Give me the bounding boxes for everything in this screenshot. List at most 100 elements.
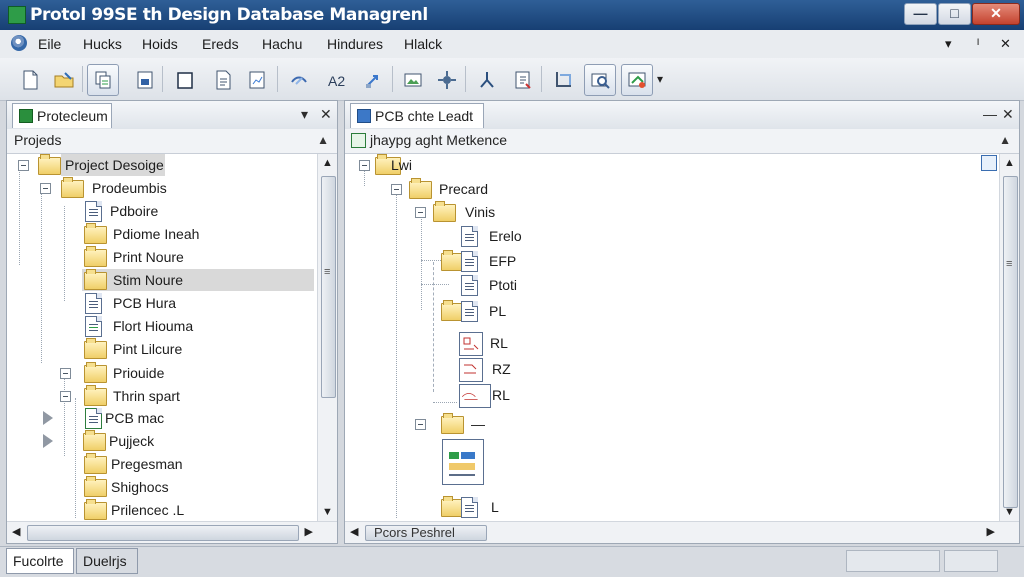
app-menu-icon[interactable]	[11, 35, 27, 51]
scroll-thumb[interactable]	[27, 525, 299, 541]
tree-item-pregesman[interactable]: Pregesman	[82, 453, 222, 475]
new-doc-icon[interactable]	[14, 64, 46, 96]
menu-item-ereds[interactable]: Ereds	[202, 36, 239, 52]
pen-tool-icon[interactable]	[283, 64, 315, 96]
tree-item-vinis[interactable]: Vinis	[415, 201, 535, 223]
panel-minimize-icon[interactable]: —	[983, 106, 997, 122]
scroll-up-icon[interactable]: ▲	[322, 157, 333, 169]
scroll-left-icon[interactable]: ◀	[12, 525, 20, 538]
collapse-toggle[interactable]	[60, 368, 71, 379]
tree-item-rl-2[interactable]: RL	[459, 384, 569, 410]
tree-item-stim-noure[interactable]: Stim Noure	[82, 269, 314, 291]
tree-item-efp[interactable]: EFP	[441, 250, 551, 272]
scroll-left-icon[interactable]: ◀	[350, 525, 358, 538]
chart-doc-icon[interactable]	[241, 64, 273, 96]
menu-close-icon[interactable]: ✕	[1000, 36, 1011, 52]
tree-item-l[interactable]: L	[441, 496, 551, 518]
expand-arrow-icon[interactable]	[43, 411, 53, 425]
menu-item-file[interactable]: Eile	[38, 36, 61, 52]
save-doc-icon[interactable]	[129, 64, 161, 96]
arrow-tool-icon[interactable]	[358, 64, 390, 96]
status-tab-fucolrte[interactable]: Fucolrte	[6, 548, 74, 574]
collapse-toggle[interactable]	[40, 183, 51, 194]
tree-item-pdboire[interactable]: Pdboire	[85, 200, 205, 222]
tree-item-pdiome-ineah[interactable]: Pdiome Ineah	[82, 223, 222, 245]
menu-item-hachu[interactable]: Hachu	[262, 36, 302, 52]
maximize-button[interactable]: □	[938, 3, 971, 25]
tree-item-thrin-spart[interactable]: Thrin spart	[60, 385, 220, 407]
right-vertical-scrollbar[interactable]: ▲ ≡ ▼	[999, 154, 1019, 521]
image-tool-icon[interactable]	[397, 64, 429, 96]
scroll-right-icon[interactable]: ▶	[305, 525, 313, 538]
tree-item-rz[interactable]: RZ	[459, 358, 569, 384]
left-vertical-scrollbar[interactable]: ▲ ≡ ▼	[317, 154, 337, 521]
tree-item-print-noure[interactable]: Print Noure	[82, 246, 222, 268]
open-folder-icon[interactable]	[48, 64, 80, 96]
tree-item-project-desoige[interactable]: Project Desoige	[15, 154, 165, 176]
tree-item-flort-hiouma[interactable]: Flort Hiouma	[85, 315, 225, 337]
edit-tool-icon[interactable]	[507, 64, 539, 96]
tab-protecleum[interactable]: Protecleum	[12, 103, 112, 128]
project-tree: Project Desoige Prodeumbis Pdboire Pdiom…	[7, 154, 317, 521]
panel-close-icon[interactable]: ✕	[1002, 106, 1014, 123]
expand-arrow-icon[interactable]	[43, 434, 53, 448]
document-icon	[85, 408, 102, 429]
copy-doc-icon[interactable]	[87, 64, 119, 96]
collapse-toggle[interactable]	[18, 160, 29, 171]
menu-bar: Eile Hucks Hoids Ereds Hachu Hindures Hl…	[0, 30, 1024, 59]
subheader-pin-icon[interactable]: ▲	[317, 133, 329, 147]
tree-item-pl[interactable]: PL	[441, 300, 551, 322]
tree-item-erelo[interactable]: Erelo	[461, 225, 571, 247]
collapse-toggle[interactable]	[359, 160, 370, 171]
scroll-down-icon[interactable]: ▼	[322, 506, 333, 518]
tab-pcb-chte-leadt[interactable]: PCB chte Leadt	[350, 103, 484, 128]
status-tab-duelrjs[interactable]: Duelrjs	[76, 548, 138, 574]
browse-tool-icon[interactable]	[584, 64, 616, 96]
panel-close-icon[interactable]: ✕	[320, 106, 332, 123]
menu-item-hucks[interactable]: Hucks	[83, 36, 122, 52]
minimize-button[interactable]: —	[904, 3, 937, 25]
tree-item-ptoti[interactable]: Ptoti	[461, 274, 571, 296]
export-tool-icon[interactable]	[621, 64, 653, 96]
scroll-right-icon[interactable]: ▶	[987, 525, 995, 538]
scroll-down-icon[interactable]: ▼	[1004, 506, 1015, 518]
tree-item-shighocs[interactable]: Shighocs	[82, 476, 222, 498]
crop-tool-icon[interactable]	[547, 64, 579, 96]
subheader-pin-icon[interactable]: ▲	[999, 133, 1011, 147]
scroll-thumb[interactable]	[1003, 176, 1018, 508]
report-icon[interactable]	[207, 64, 239, 96]
menu-pin-icon[interactable]: ᴵ	[977, 36, 979, 51]
route-tool-icon[interactable]	[471, 64, 503, 96]
collapse-toggle[interactable]	[415, 419, 426, 430]
window-icon[interactable]	[169, 64, 201, 96]
view-toggle-icon[interactable]	[981, 155, 997, 171]
toolbar-overflow-icon[interactable]: ▾	[653, 64, 671, 96]
tree-item-precard[interactable]: Precard	[391, 178, 511, 200]
menu-item-hoids[interactable]: Hoids	[142, 36, 178, 52]
menu-dropdown-icon[interactable]: ▾	[945, 36, 952, 52]
tree-item-dash[interactable]: —	[415, 413, 535, 435]
menu-item-hlalck[interactable]: Hlalck	[404, 36, 442, 52]
close-button[interactable]: ✕	[972, 3, 1020, 25]
text-a2-icon[interactable]: A2	[321, 64, 353, 96]
tree-item-pujjeck[interactable]: Pujjeck	[43, 430, 203, 452]
collapse-toggle[interactable]	[391, 184, 402, 195]
large-document-icon[interactable]	[442, 439, 484, 485]
tree-item-lwi[interactable]: Lwi	[359, 154, 479, 176]
scroll-thumb[interactable]	[321, 176, 336, 398]
panel-pin-icon[interactable]: ▾	[301, 106, 308, 123]
tree-item-pcb-mac[interactable]: PCB mac	[43, 407, 203, 429]
tree-item-pcb-hura[interactable]: PCB Hura	[85, 292, 225, 314]
menu-item-hindures[interactable]: Hindures	[327, 36, 383, 52]
tree-item-priouide[interactable]: Priouide	[60, 362, 200, 384]
tree-item-pint-lilcure[interactable]: Pint Lilcure	[82, 338, 222, 360]
right-horizontal-scrollbar[interactable]: ◀ Pcors Peshrel ▶	[345, 521, 1019, 543]
tree-item-prilencec-l[interactable]: Prilencec .L	[82, 499, 222, 521]
left-horizontal-scrollbar[interactable]: ◀ ▶	[7, 521, 337, 543]
tree-item-prodeumbis[interactable]: Prodeumbis	[37, 177, 187, 199]
settings-tool-icon[interactable]	[431, 64, 463, 96]
scroll-up-icon[interactable]: ▲	[1004, 157, 1015, 169]
tree-item-rl[interactable]: RL	[459, 332, 569, 358]
collapse-toggle[interactable]	[60, 391, 71, 402]
collapse-toggle[interactable]	[415, 207, 426, 218]
